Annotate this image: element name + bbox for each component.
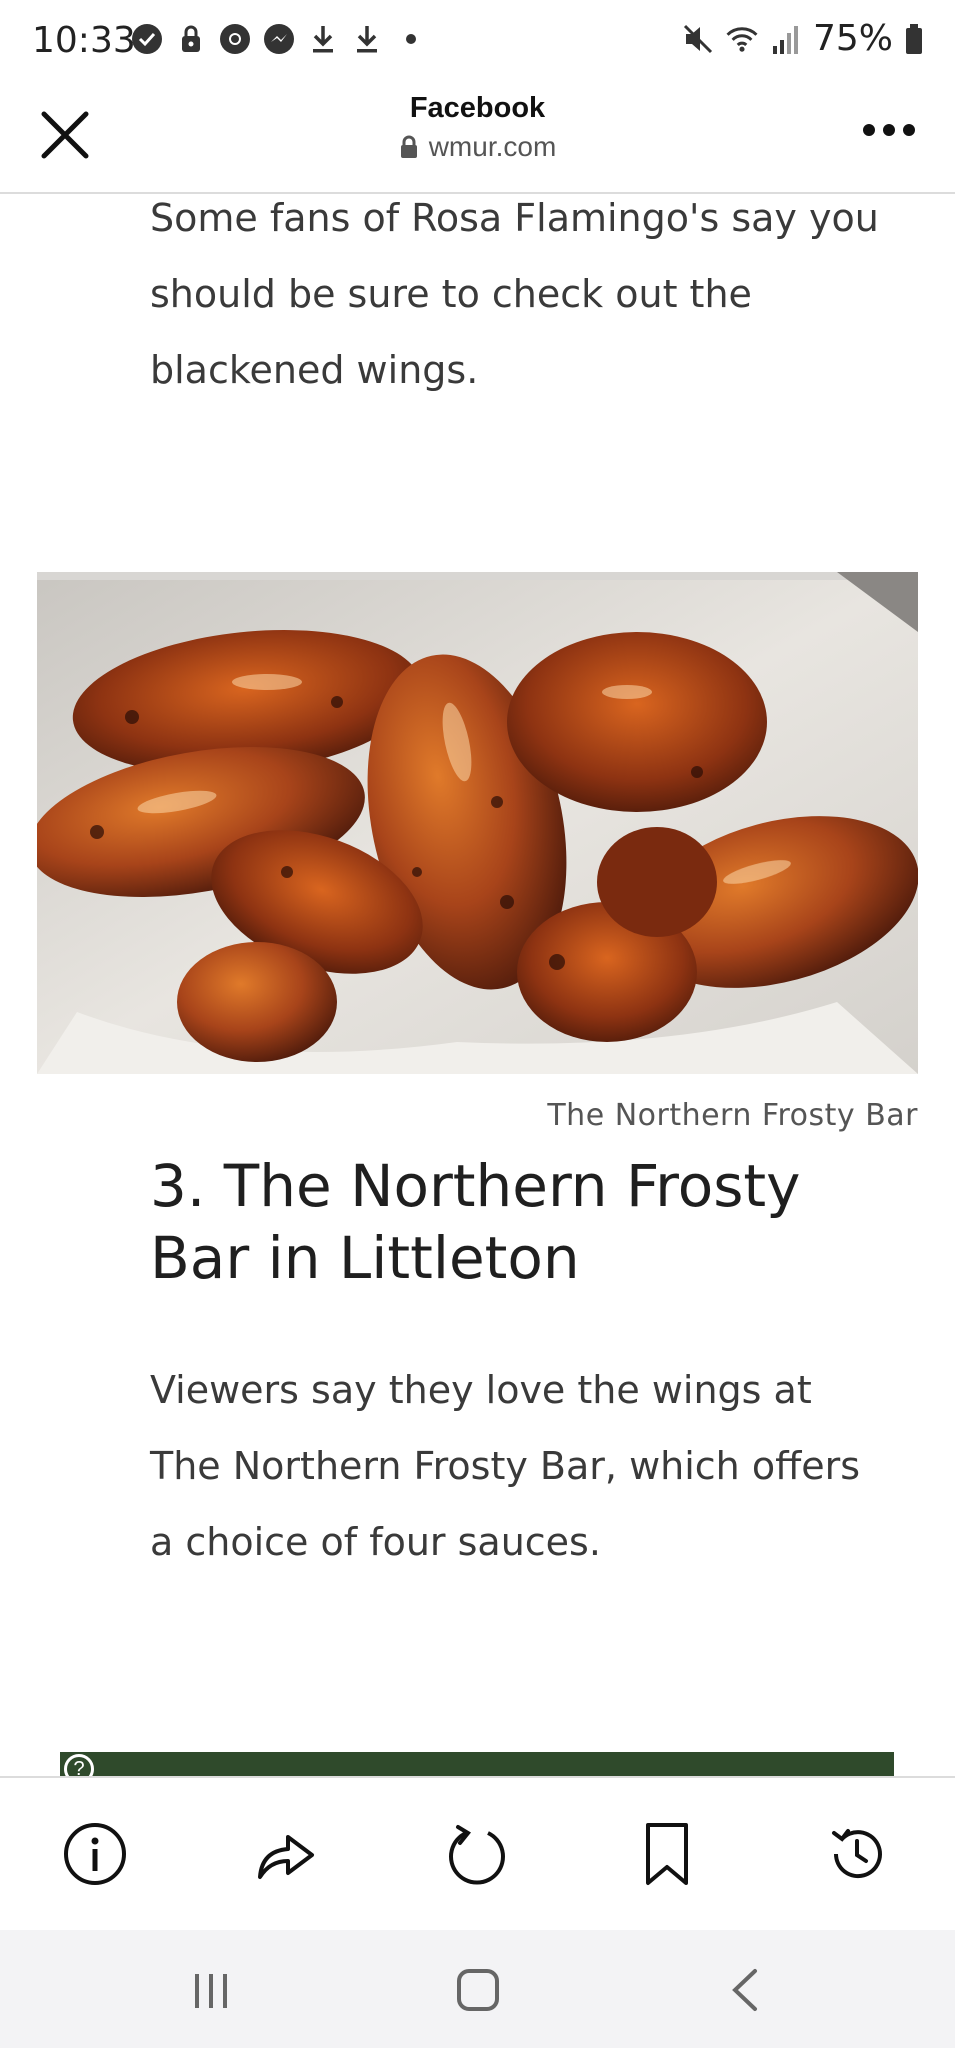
history-button[interactable] bbox=[817, 1814, 897, 1894]
more-dot bbox=[903, 124, 915, 136]
refresh-button[interactable] bbox=[437, 1814, 517, 1894]
lock-notification-icon bbox=[174, 22, 208, 56]
battery-icon bbox=[903, 22, 925, 56]
lock-icon bbox=[400, 135, 417, 158]
back-icon bbox=[732, 1969, 757, 2011]
dot-icon bbox=[394, 22, 428, 56]
status-time: 10:33 bbox=[32, 20, 136, 61]
url-text: wmur.com bbox=[428, 131, 557, 162]
battery-level: 75% bbox=[812, 18, 893, 59]
article-paragraph: Viewers say they love the wings at The N… bbox=[150, 1368, 861, 1564]
chicken-wings-photo bbox=[29, 572, 919, 1074]
history-icon bbox=[832, 1829, 882, 1879]
recent-apps-button[interactable] bbox=[181, 1960, 241, 2020]
image-caption: The Northern Frosty Bar bbox=[547, 1098, 918, 1133]
wifi-icon bbox=[725, 22, 759, 56]
notification-icons bbox=[130, 22, 428, 56]
more-dot bbox=[863, 124, 875, 136]
info-icon bbox=[64, 1823, 126, 1885]
download-icon bbox=[350, 22, 384, 56]
article-image[interactable] bbox=[29, 572, 919, 1074]
share-icon bbox=[258, 1835, 314, 1879]
more-dot bbox=[883, 124, 895, 136]
map-help-icon[interactable]: ? bbox=[64, 1754, 94, 1776]
home-icon bbox=[457, 1969, 499, 2011]
page-info[interactable]: Facebook wmur.com bbox=[0, 92, 955, 164]
article-paragraph: Some fans of Rosa Flamingo's say you sho… bbox=[150, 196, 879, 392]
verified-icon bbox=[130, 22, 164, 56]
browser-toolbar bbox=[0, 1776, 955, 1930]
mute-icon bbox=[681, 22, 715, 56]
system-navigation-bar bbox=[0, 1930, 955, 2048]
page-title: Facebook bbox=[409, 92, 546, 124]
back-button[interactable] bbox=[715, 1960, 775, 2020]
article-content[interactable]: Some fans of Rosa Flamingo's say you sho… bbox=[0, 196, 955, 1776]
home-button[interactable] bbox=[448, 1960, 508, 2020]
url-display: wmur.com bbox=[399, 131, 557, 163]
share-button[interactable] bbox=[245, 1814, 325, 1894]
status-bar: 10:33 75% bbox=[0, 0, 955, 80]
more-options-button[interactable] bbox=[859, 120, 919, 140]
bookmark-button[interactable] bbox=[627, 1814, 707, 1894]
embedded-map[interactable]: ? bbox=[60, 1752, 894, 1776]
system-status: 75% bbox=[681, 18, 925, 59]
chrome-icon bbox=[218, 22, 252, 56]
section-heading: 3. The Northern Frosty Bar in Littleton bbox=[150, 1152, 801, 1292]
bookmark-icon bbox=[646, 1823, 688, 1885]
browser-header: Facebook wmur.com bbox=[0, 80, 955, 194]
info-button[interactable] bbox=[55, 1814, 135, 1894]
messenger-icon bbox=[262, 22, 296, 56]
refresh-icon bbox=[449, 1825, 505, 1885]
download-icon bbox=[306, 22, 340, 56]
signal-icon bbox=[769, 22, 803, 56]
recent-apps-icon bbox=[195, 1974, 227, 2008]
